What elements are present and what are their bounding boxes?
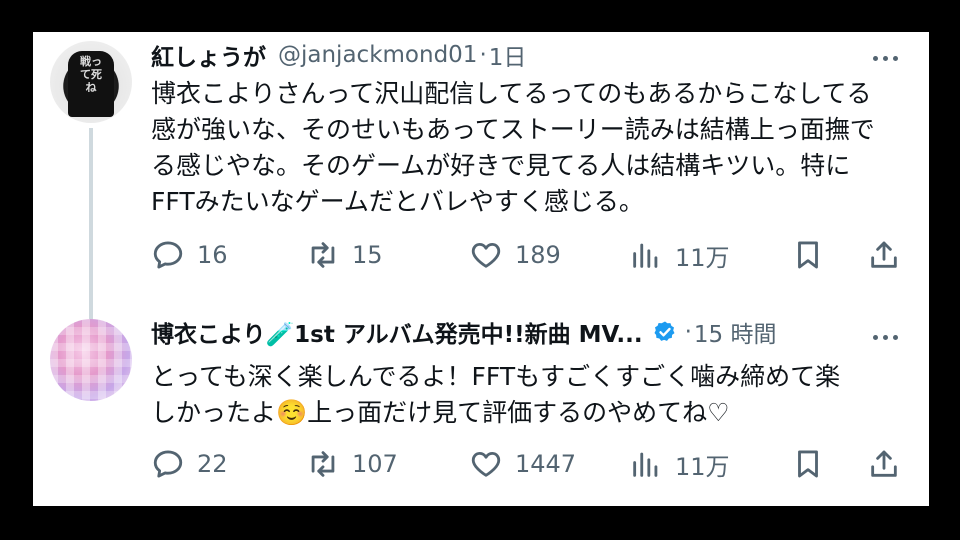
separator-dot: · bbox=[684, 319, 692, 345]
tweet-header: 博衣こより🧪1st アルバム発売中!!新曲 MV... · 15 時間 bbox=[151, 315, 776, 349]
tweet-text-line: とっても深く楽しんでるよ！FFTもすごくすごく噛み締めて楽 bbox=[151, 362, 841, 391]
tweet-text-line: FFTみたいなゲームだとバレやすく感じる。 bbox=[151, 187, 644, 216]
like-button[interactable]: 1447 bbox=[469, 444, 576, 484]
like-count: 1447 bbox=[515, 450, 577, 478]
tweet-text-line: 感が強いな、そのせいもあってストーリー読みは結構上っ面撫で bbox=[151, 115, 875, 144]
views-icon bbox=[633, 243, 658, 268]
share-icon bbox=[871, 241, 897, 268]
retweet-button[interactable]: 107 bbox=[306, 444, 398, 484]
avatar-text: 戦って死ね bbox=[80, 55, 102, 94]
timestamp[interactable]: 1日 bbox=[489, 38, 527, 72]
views-button[interactable]: 11万 bbox=[629, 235, 730, 275]
thread-connector-line bbox=[89, 128, 93, 350]
like-count: 189 bbox=[515, 241, 561, 269]
bookmark-button[interactable] bbox=[791, 235, 825, 275]
verified-badge-icon bbox=[654, 321, 675, 341]
tweet-header: 紅しょうが @janjackmond01 · 1日 bbox=[151, 38, 526, 72]
tweet-text-line: 博衣こよりさんって沢山配信してるってのもあるからこなしてる bbox=[151, 79, 872, 108]
tweet-actions: 16 15 189 11万 bbox=[151, 235, 911, 275]
retweet-icon bbox=[311, 242, 335, 268]
like-button[interactable]: 189 bbox=[469, 235, 561, 275]
avatar[interactable] bbox=[50, 319, 132, 401]
tweet-text: 博衣こよりさんって沢山配信してるってのもあるからこなしてる 感が強いな、そのせいも… bbox=[151, 76, 875, 220]
retweet-icon bbox=[311, 451, 335, 477]
views-icon bbox=[633, 452, 658, 477]
tweet-actions: 22 107 1447 11万 bbox=[151, 444, 911, 484]
bookmark-button[interactable] bbox=[791, 444, 825, 484]
reply-icon bbox=[153, 450, 183, 478]
reply-count: 22 bbox=[197, 450, 228, 478]
views-count: 11万 bbox=[675, 243, 730, 272]
display-name[interactable]: 紅しょうが bbox=[151, 38, 266, 72]
separator-dot: · bbox=[479, 42, 487, 68]
more-icon[interactable] bbox=[873, 335, 898, 340]
bookmark-icon bbox=[798, 450, 818, 478]
reply-button[interactable]: 16 bbox=[151, 235, 228, 275]
views-count: 11万 bbox=[675, 452, 730, 481]
like-icon bbox=[471, 242, 501, 268]
timestamp[interactable]: 15 時間 bbox=[694, 315, 777, 349]
retweet-count: 107 bbox=[352, 450, 398, 478]
share-button[interactable] bbox=[867, 444, 901, 484]
tweet-thread-card: 戦って死ね 紅しょうが @janjackmond01 · 1日 博衣こよりさんっ… bbox=[33, 32, 929, 506]
like-icon bbox=[471, 451, 501, 477]
more-icon[interactable] bbox=[873, 56, 898, 61]
retweet-button[interactable]: 15 bbox=[306, 235, 383, 275]
views-button[interactable]: 11万 bbox=[629, 444, 730, 484]
share-button[interactable] bbox=[867, 235, 901, 275]
bookmark-icon bbox=[798, 241, 818, 269]
retweet-count: 15 bbox=[352, 241, 383, 269]
reply-count: 16 bbox=[197, 241, 228, 269]
tweet-text-line: しかったよ☺️上っ面だけ見て評価するのやめてね♡ bbox=[151, 398, 730, 427]
tweet-text: とっても深く楽しんでるよ！FFTもすごくすごく噛み締めて楽 しかったよ☺️上っ面だ… bbox=[151, 359, 840, 431]
reply-button[interactable]: 22 bbox=[151, 444, 228, 484]
tweet-text-line: る感じやな。そのゲームが好きで見てる人は結構キツい。特に bbox=[151, 151, 851, 180]
user-handle[interactable]: @janjackmond01 bbox=[278, 42, 477, 68]
share-icon bbox=[871, 450, 897, 477]
display-name[interactable]: 博衣こより🧪1st アルバム発売中!!新曲 MV... bbox=[151, 315, 643, 349]
reply-icon bbox=[153, 241, 183, 269]
avatar[interactable]: 戦って死ね bbox=[50, 41, 132, 123]
